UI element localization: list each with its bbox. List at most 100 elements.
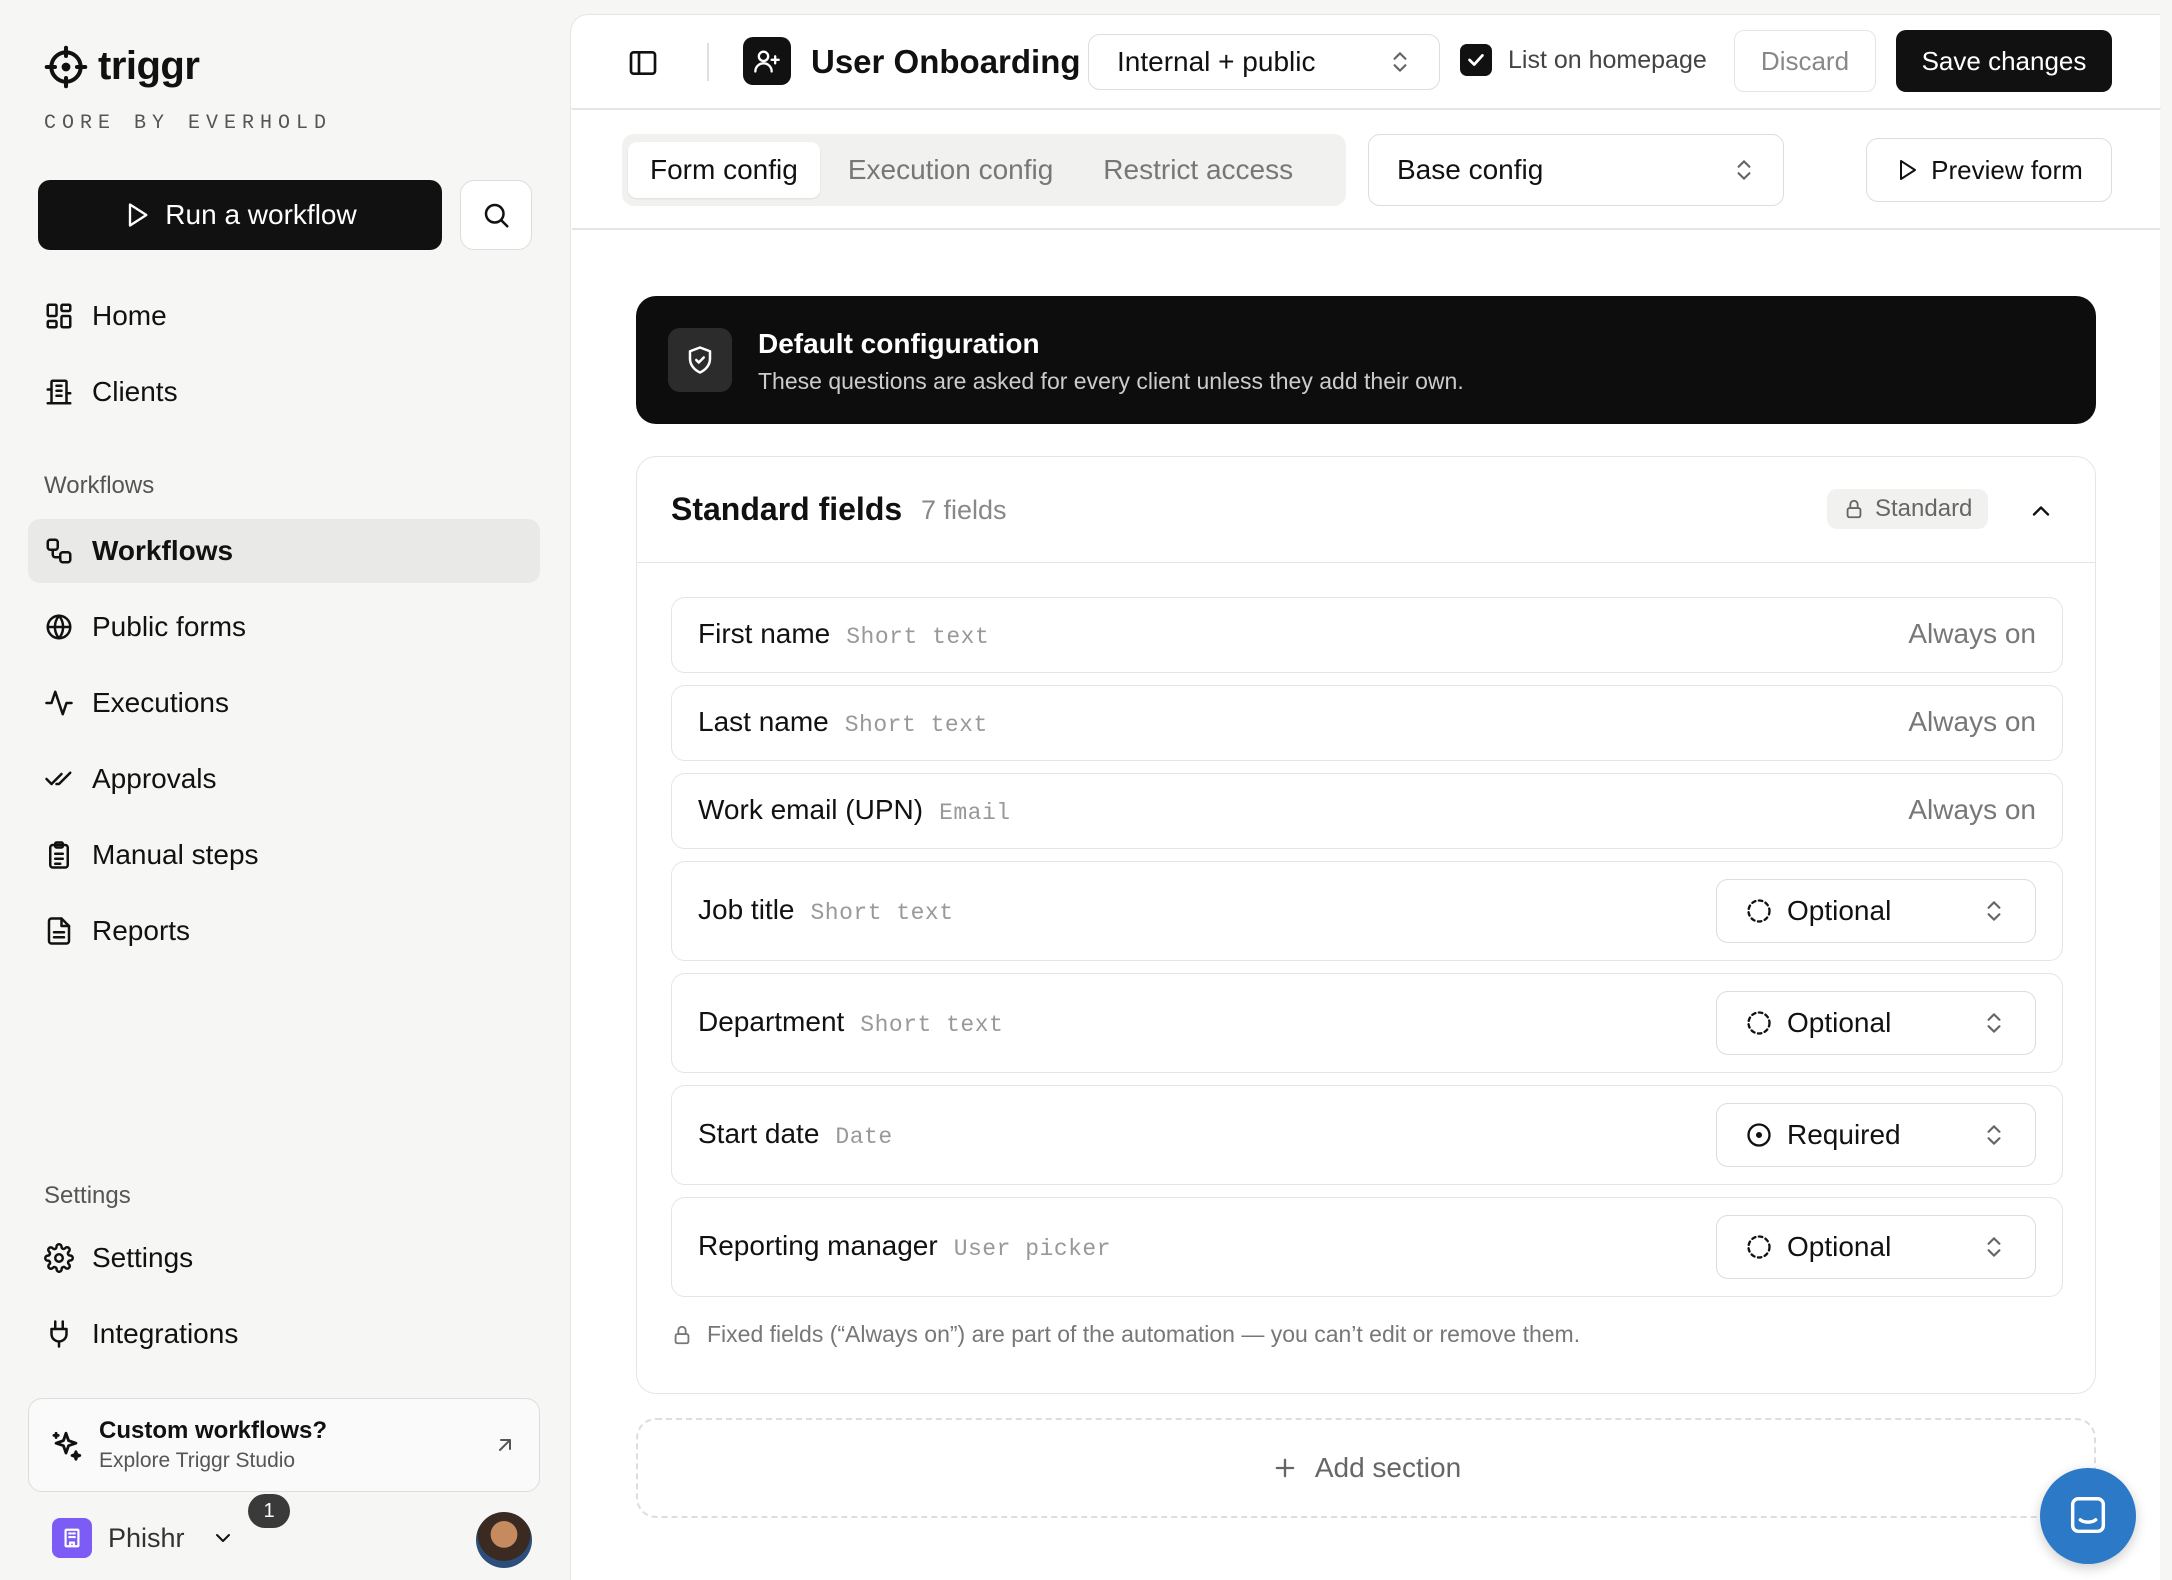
requirement-select[interactable]: Optional [1716,991,2036,1055]
sidebar-item-label: Workflows [92,535,234,566]
preview-form-button[interactable]: Preview form [1866,138,2112,202]
field-label: Reporting manager [698,1230,938,1261]
requirement-value: Optional [1787,895,1892,926]
settings-section-label: Settings [44,1182,131,1209]
field-type: Date [835,1124,893,1150]
run-workflow-label: Run a workflow [165,199,357,230]
sidebar-item-executions[interactable]: Executions [28,671,540,735]
preview-form-label: Preview form [1931,154,2083,185]
chevron-up-down-icon [1731,157,1757,183]
chevron-up-icon[interactable] [2027,497,2055,525]
workspace-building-icon [52,1518,92,1558]
field-row-work-email: Work email (UPN) Email Always on [671,773,2063,849]
field-state: Always on [1908,706,2036,737]
default-config-banner: Default configuration These questions ar… [636,296,2096,424]
banner-title: Default configuration [758,328,1040,359]
crosshair-logo-icon [44,45,88,89]
promo-subtitle: Explore Triggr Studio [99,1449,296,1472]
sidebar-item-label: Approvals [92,763,217,794]
discard-button[interactable]: Discard [1734,30,1876,92]
file-text-icon [44,916,74,946]
field-count: 7 fields [921,495,1007,525]
field-type: Short text [860,1012,1004,1038]
chevron-up-down-icon [1387,49,1413,75]
chat-icon [2065,1493,2111,1539]
sidebar-item-public-forms[interactable]: Public forms [28,595,540,659]
requirement-value: Optional [1787,1007,1892,1038]
requirement-value: Required [1787,1119,1901,1150]
card-title: Standard fields [671,491,903,527]
dashed-circle-icon [1745,1233,1773,1261]
base-config-select[interactable]: Base config [1368,134,1784,206]
tab-form-config[interactable]: Form config [628,142,820,198]
building-icon [44,377,74,407]
field-row-department: Department Short text Optional [671,973,2063,1073]
sidebar-item-manual-steps[interactable]: Manual steps [28,823,540,887]
topbar-divider [707,43,709,81]
tab-execution-config[interactable]: Execution config [826,142,1075,198]
layout-grid-icon [44,301,74,331]
visibility-select[interactable]: Internal + public [1088,34,1440,90]
globe-icon [44,612,74,642]
workspace-switcher[interactable]: Phishr [52,1518,235,1558]
field-row-reporting-manager: Reporting manager User picker Optional [671,1197,2063,1297]
sidebar-item-label: Public forms [92,611,247,642]
sidebar-item-clients[interactable]: Clients [28,360,540,424]
requirement-select[interactable]: Optional [1716,1215,2036,1279]
save-changes-button[interactable]: Save changes [1896,30,2112,92]
fixed-fields-note-text: Fixed fields (“Always on”) are part of t… [707,1321,1581,1347]
avatar[interactable] [476,1512,532,1568]
workflow-icon [44,536,74,566]
brand-logo[interactable]: triggr [44,44,200,89]
workflows-section-label: Workflows [44,472,155,499]
search-button[interactable] [460,180,532,250]
sidebar-item-integrations[interactable]: Integrations [28,1302,540,1366]
field-row-job-title: Job title Short text Optional [671,861,2063,961]
requirement-value: Optional [1787,1231,1892,1262]
plug-icon [44,1319,74,1349]
field-state: Always on [1908,618,2036,649]
sidebar-item-approvals[interactable]: Approvals [28,747,540,811]
page-title: User Onboarding [811,43,1081,80]
notification-badge: 1 [248,1494,290,1528]
custom-workflows-promo[interactable]: Custom workflows? Explore Triggr Studio [28,1398,540,1492]
sidebar-item-label: Manual steps [92,839,259,870]
sidebar-item-label: Executions [92,687,229,718]
plus-icon [1271,1454,1299,1482]
card-header[interactable]: Standard fields 7 fields Standard [637,457,2095,563]
field-row-first-name: First name Short text Always on [671,597,2063,673]
requirement-select[interactable]: Optional [1716,879,2036,943]
sidebar-item-settings[interactable]: Settings [28,1226,540,1290]
field-row-start-date: Start date Date Required [671,1085,2063,1185]
sidebar-item-reports[interactable]: Reports [28,899,540,963]
shield-check-icon [668,328,732,392]
chat-launcher-button[interactable] [2040,1468,2136,1564]
run-workflow-button[interactable]: Run a workflow [38,180,442,250]
brand-subtitle: CORE BY EVERHOLD [44,112,333,135]
sidebar-toggle-icon[interactable] [627,47,659,79]
lock-icon [1843,498,1865,520]
fixed-fields-note: Fixed fields (“Always on”) are part of t… [671,1321,1580,1348]
standard-badge-label: Standard [1875,495,1973,522]
dashed-circle-icon [1745,897,1773,925]
sidebar-item-home[interactable]: Home [28,284,540,348]
workspace-name: Phishr [108,1522,185,1553]
list-on-homepage-label: List on homepage [1508,45,1707,74]
field-type: User picker [953,1236,1112,1262]
field-label: Last name [698,706,829,737]
sidebar-item-label: Settings [92,1242,194,1273]
config-tabs: Form config Execution config Restrict ac… [622,134,1346,206]
field-row-last-name: Last name Short text Always on [671,685,2063,761]
gear-icon [44,1243,74,1273]
field-label: Work email (UPN) [698,794,924,825]
sidebar-item-workflows[interactable]: Workflows [28,519,540,583]
tab-restrict-access[interactable]: Restrict access [1081,142,1315,198]
subbar-border [572,228,2160,230]
play-icon [1895,158,1919,182]
sidebar-item-label: Clients [92,376,178,407]
list-on-homepage-toggle[interactable]: List on homepage [1460,44,1707,76]
arrow-up-right-icon [493,1433,517,1457]
add-section-button[interactable]: Add section [636,1418,2096,1518]
requirement-select[interactable]: Required [1716,1103,2036,1167]
chevron-up-down-icon [1981,1122,2007,1148]
